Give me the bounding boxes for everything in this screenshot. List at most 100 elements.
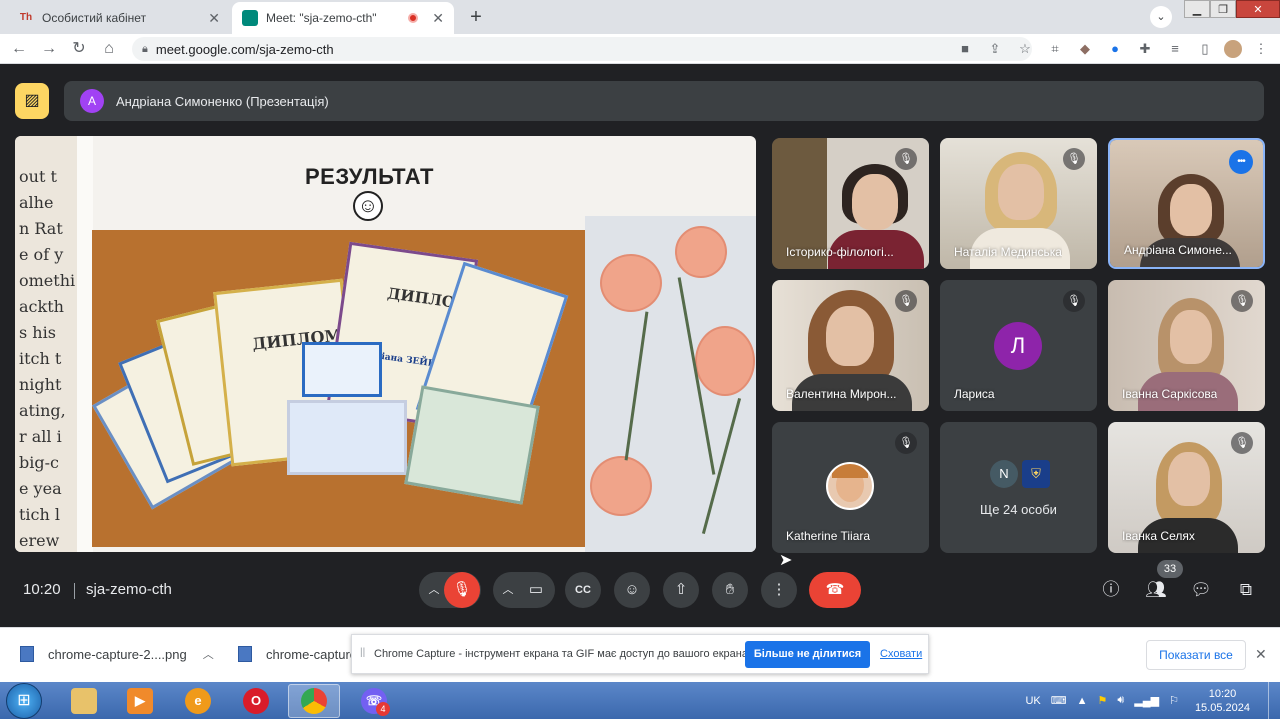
folder-icon [71, 688, 97, 714]
share-icon[interactable]: ⇪ [984, 38, 1006, 60]
bookmark-star-icon[interactable]: ☆ [1014, 38, 1036, 60]
hide-notice-link[interactable]: Сховати [880, 648, 922, 660]
participant-tile[interactable]: 🎙︎ Katherine Tiiara [772, 422, 929, 553]
menu-kebab-icon[interactable]: ⋮ [1250, 38, 1272, 60]
extension-owl-icon[interactable]: ◆ [1074, 38, 1096, 60]
url-text: meet.google.com/sja-zemo-cth [155, 41, 334, 57]
lock-icon[interactable]: 🔒︎ [142, 43, 148, 56]
download-item[interactable]: chrome-capture-2....png ︿ [20, 646, 214, 662]
volume-icon[interactable]: 🔊︎ [1117, 694, 1124, 707]
raise-hand-button[interactable]: ✋︎ [712, 572, 748, 608]
minimize-button[interactable]: ▁ [1184, 0, 1210, 18]
slide-title: РЕЗУЛЬТАТ [305, 164, 434, 189]
stop-sharing-button[interactable]: Більше не ділитися [745, 641, 870, 668]
chat-icon[interactable]: 💬︎ [1189, 578, 1213, 602]
clock-date: 15.05.2024 [1194, 701, 1250, 714]
emoji-reactions-button[interactable]: ☺ [614, 572, 650, 608]
close-shelf-icon[interactable]: ✕ [1255, 646, 1267, 663]
download-options-chevron-icon[interactable]: ︿ [203, 646, 214, 662]
tab-search-icon[interactable]: ⌄ [1150, 6, 1172, 28]
drag-handle-icon[interactable]: || [360, 647, 365, 658]
home-icon[interactable]: ⌂ [98, 38, 120, 60]
participant-name: Katherine Tiiara [786, 529, 871, 543]
chrome-icon [301, 688, 327, 714]
close-tab-icon[interactable]: ✕ [432, 10, 444, 27]
slide-photo-diplomas: ДИПЛОМ ДИПЛОМ Андріана ЗЕЙКАН [92, 230, 585, 547]
mic-muted-icon: 🎙︎ [895, 290, 917, 312]
participant-face [1170, 184, 1212, 236]
participant-tile[interactable]: Л 🎙︎ Лариса [940, 280, 1097, 411]
participant-tile[interactable]: 🎙︎ Іванна Саркісова [1108, 280, 1265, 411]
leave-call-button[interactable]: ☎︎ [809, 572, 861, 608]
tab-favicon-icon: Th [19, 12, 33, 23]
participant-tile-active-speaker[interactable]: ••• Андріана Симоне... [1108, 138, 1265, 269]
more-options-button[interactable]: ⋮ [761, 572, 797, 608]
system-clock[interactable]: 10:20 15.05.2024 [1195, 687, 1250, 715]
presenter-bar: А Андріана Симоненко (Презентація) [64, 81, 1264, 121]
reload-icon[interactable]: ↻ [68, 38, 90, 60]
slide-torn-paper-text: out t alhe n Rat e of y omethi ackth s his itch… [15, 136, 85, 552]
paper-text-line: e of y [19, 245, 64, 264]
taskbar-viber[interactable]: ☏ 4 [348, 684, 400, 718]
security-icon[interactable]: ⚑ [1098, 694, 1108, 707]
paper-text-line: s his [19, 323, 56, 342]
screenshot-extension-icon[interactable]: ⌗ [1044, 38, 1066, 60]
keyboard-icon[interactable]: ⌨ [1051, 694, 1067, 707]
tab-meet[interactable]: Meet: "sja-zemo-cth" ✕ [232, 2, 454, 34]
extensions-puzzle-icon[interactable]: ✚ [1134, 38, 1156, 60]
system-tray: UK ⌨ ▲ ⚑ 🔊︎ ▂▄▆ ⚐ 10:20 15.05.2024 [1025, 682, 1280, 719]
meeting-clock: 10:20 [23, 581, 61, 598]
camera-in-use-icon[interactable]: ■ [954, 38, 976, 60]
taskbar-opera[interactable]: O [230, 684, 282, 718]
mic-muted-icon: 🎙︎ [1063, 290, 1085, 312]
meeting-info-icon[interactable]: ⓘ [1099, 578, 1123, 602]
close-tab-icon[interactable]: ✕ [208, 10, 220, 27]
tray-expand-icon[interactable]: ▲ [1077, 695, 1088, 707]
keyboard-language[interactable]: UK [1025, 695, 1040, 707]
present-screen-button[interactable]: ⇧ [663, 572, 699, 608]
photo-masters-diploma [287, 400, 407, 475]
show-all-downloads-button[interactable]: Показати все [1146, 640, 1246, 670]
divider [74, 583, 75, 599]
taskbar-edge[interactable]: e [172, 684, 224, 718]
address-bar[interactable]: 🔒︎ meet.google.com/sja-zemo-cth [132, 37, 1032, 61]
window-close-button[interactable]: ✕ [1236, 0, 1280, 18]
participant-name: Наталія Мединська [954, 245, 1062, 259]
action-center-flag-icon[interactable]: ⚐ [1169, 694, 1179, 707]
paper-text-line: e yea [19, 479, 62, 498]
activities-icon[interactable]: ⧉ [1234, 578, 1258, 602]
participant-tile[interactable]: 🎙︎ Наталія Мединська [940, 138, 1097, 269]
taskbar-media-player[interactable]: ▶ [114, 684, 166, 718]
participant-tile[interactable]: 🎙︎ Історико-філологі... [772, 138, 929, 269]
taskbar-chrome[interactable] [288, 684, 340, 718]
participant-tile[interactable]: 🎙︎ Валентина Мирон... [772, 280, 929, 411]
tab-personal-cabinet[interactable]: Th Особистий кабінет ✕ [8, 2, 230, 34]
forward-arrow-icon[interactable]: → [38, 38, 60, 60]
extension-blue-dot-icon[interactable]: ● [1104, 38, 1126, 60]
download-item[interactable]: chrome-capture [238, 646, 357, 662]
mic-muted-icon: 🎙︎ [1231, 432, 1253, 454]
paper-text-line: ating, [19, 401, 66, 420]
reading-list-icon[interactable]: ≡ [1164, 38, 1186, 60]
camera-toggle-button[interactable]: ▭ [518, 572, 554, 608]
presenting-icon[interactable]: ▨ [15, 83, 49, 119]
participant-tile[interactable]: 🎙︎ Іванка Селях [1108, 422, 1265, 553]
side-panel-icon[interactable]: ▯ [1194, 38, 1216, 60]
screen-share-notification: || Chrome Capture - інструмент екрана та… [351, 634, 929, 674]
start-button[interactable]: ⊞ [6, 683, 42, 719]
maximize-button[interactable]: ❐ [1210, 0, 1236, 18]
more-participants-tile[interactable]: N ⛨ Ще 24 особи [940, 422, 1097, 553]
more-participant-crest-icon: ⛨ [1022, 460, 1050, 488]
participant-name: Історико-філологі... [786, 245, 894, 259]
back-arrow-icon[interactable]: ← [8, 38, 30, 60]
taskbar-explorer[interactable] [58, 684, 110, 718]
show-desktop-button[interactable] [1268, 682, 1280, 719]
network-signal-icon[interactable]: ▂▄▆ [1134, 694, 1159, 707]
tab-title: Meet: "sja-zemo-cth" [266, 11, 377, 25]
people-icon[interactable]: 👥︎ [1144, 578, 1168, 602]
profile-avatar[interactable] [1224, 40, 1242, 58]
mouse-cursor-icon: ➤ [779, 552, 793, 569]
new-tab-button[interactable]: + [464, 6, 488, 30]
mic-toggle-button[interactable]: 🎙︎ [444, 572, 480, 608]
captions-button[interactable]: CC [565, 572, 601, 608]
